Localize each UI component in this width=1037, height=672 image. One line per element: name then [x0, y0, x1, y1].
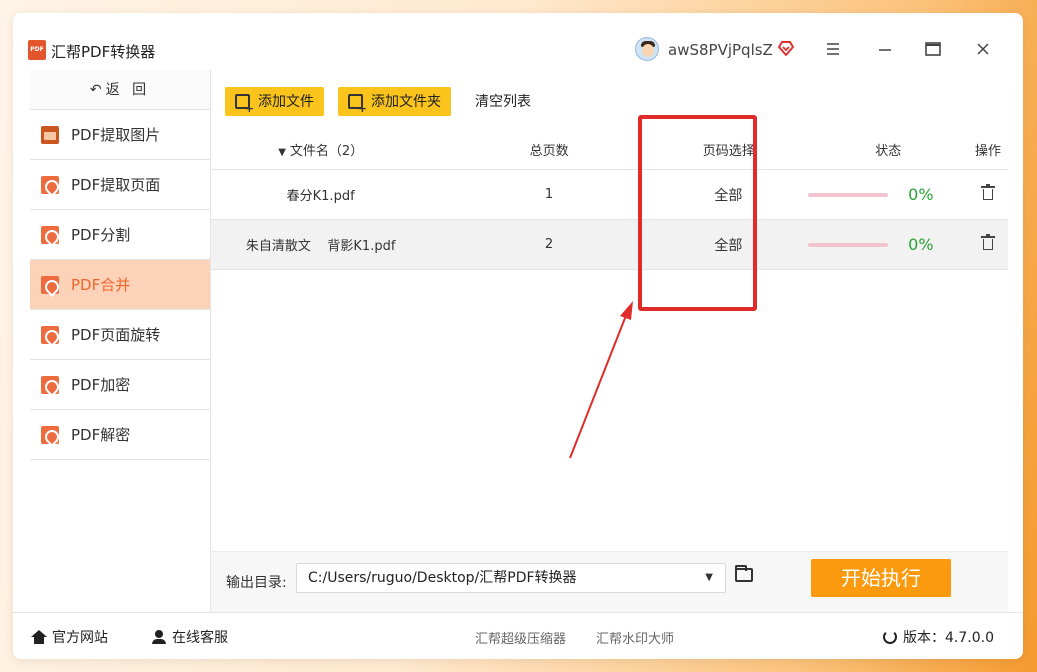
pdf-icon	[41, 425, 59, 444]
page-select[interactable]: 全部	[649, 185, 808, 205]
sidebar-item-label: PDF提取图片	[71, 126, 161, 144]
avatar[interactable]	[635, 37, 659, 61]
compressor-link[interactable]: 汇帮超级压缩器	[475, 628, 566, 647]
app-logo-icon: PDF	[28, 40, 46, 60]
file-name: 朱自清散文 背影K1.pdf	[245, 239, 396, 254]
table-row[interactable]: 春分K1.pdf 1 全部 0%	[211, 170, 1008, 220]
sidebar-item-label: PDF加密	[71, 376, 131, 394]
refresh-icon[interactable]	[883, 630, 897, 644]
sidebar-item-label: PDF分割	[71, 226, 131, 244]
chevron-down-icon: ▼	[705, 572, 713, 583]
pdf-icon	[41, 175, 59, 194]
version-info: 版本：4.7.0.0	[883, 627, 994, 647]
close-icon[interactable]	[973, 39, 993, 59]
col-header-page-select: 页码选择	[702, 144, 755, 159]
sidebar-item-label: PDF页面旋转	[71, 326, 161, 344]
progress-percent: 0%	[908, 235, 934, 254]
toolbar: 添加文件 添加文件夹 清空列表	[225, 86, 531, 116]
footer: 官方网站 在线客服 汇帮超级压缩器 汇帮水印大师 版本：4.7.0.0	[13, 612, 1023, 659]
sidebar-item-label: PDF提取页面	[71, 176, 161, 194]
page-count: 1	[544, 187, 554, 202]
file-table: ▼ 文件名（2） 总页数 页码选择 状态 操作 春分K1.pdf 1 全部 0% …	[211, 130, 1008, 270]
pdf-icon	[41, 375, 59, 394]
col-header-op: 操作	[975, 144, 1002, 159]
image-icon	[41, 125, 59, 144]
add-file-button[interactable]: 添加文件	[225, 86, 324, 116]
add-folder-button[interactable]: 添加文件夹	[338, 86, 451, 116]
start-button[interactable]: 开始执行	[811, 559, 951, 597]
output-dir-label: 输出目录:	[226, 575, 287, 591]
output-bar: 输出目录: C:/Users/ruguo/Desktop/汇帮PDF转换器 ▼ …	[211, 551, 1008, 612]
home-icon	[31, 630, 47, 644]
page-select[interactable]: 全部	[649, 235, 808, 255]
sidebar-item-merge[interactable]: PDF合并	[30, 260, 210, 310]
add-file-icon	[235, 93, 254, 115]
col-header-pages: 总页数	[529, 144, 569, 159]
back-label: 返 回	[105, 82, 151, 98]
col-header-name[interactable]: ▼ 文件名（2）	[211, 140, 430, 159]
sidebar-item-label: PDF合并	[71, 276, 131, 294]
add-folder-label: 添加文件夹	[371, 94, 441, 110]
table-row[interactable]: 朱自清散文 背影K1.pdf 2 全部 0%	[211, 220, 1008, 270]
delete-icon[interactable]	[981, 233, 996, 250]
row-actions	[968, 233, 1008, 254]
output-dir-path: C:/Users/ruguo/Desktop/汇帮PDF转换器	[308, 570, 577, 586]
progress-percent: 0%	[908, 185, 934, 204]
back-button[interactable]: ↶ 返 回	[30, 70, 210, 110]
add-folder-icon	[348, 93, 367, 115]
add-file-label: 添加文件	[258, 94, 314, 110]
sidebar-item-label: PDF解密	[71, 426, 131, 444]
pdf-icon	[41, 325, 59, 344]
watermark-link[interactable]: 汇帮水印大师	[596, 628, 674, 647]
minimize-icon[interactable]	[875, 39, 895, 59]
sidebar: ↶ 返 回 PDF提取图片 PDF提取页面 PDF分割 PDF合并 PDF页面旋转…	[30, 70, 210, 462]
status: 0%	[808, 235, 968, 254]
progress-bar	[808, 192, 889, 197]
sidebar-item-encrypt[interactable]: PDF加密	[30, 360, 210, 410]
row-actions	[968, 183, 1008, 204]
service-icon	[151, 630, 167, 644]
sidebar-item-split[interactable]: PDF分割	[30, 210, 210, 260]
sidebar-item-rotate[interactable]: PDF页面旋转	[30, 310, 210, 360]
menu-icon[interactable]	[823, 39, 843, 59]
back-arrow-icon: ↶	[89, 82, 102, 98]
sidebar-item-extract-pages[interactable]: PDF提取页面	[30, 160, 210, 210]
maximize-icon[interactable]	[923, 39, 943, 59]
output-dir-select[interactable]: C:/Users/ruguo/Desktop/汇帮PDF转换器 ▼	[296, 563, 726, 593]
status: 0%	[808, 185, 968, 204]
clear-list-button[interactable]: 清空列表	[475, 91, 531, 111]
app-title: 汇帮PDF转换器	[51, 43, 156, 61]
pdf-icon	[41, 275, 59, 294]
title-bar: PDF 汇帮PDF转换器 awS8PVjPqlsZ	[13, 13, 1023, 69]
sidebar-item-extract-images[interactable]: PDF提取图片	[30, 110, 210, 160]
progress-bar	[808, 242, 889, 247]
table-header: ▼ 文件名（2） 总页数 页码选择 状态 操作	[211, 130, 1008, 170]
col-header-status: 状态	[875, 144, 902, 159]
online-service-link[interactable]: 在线客服	[151, 627, 228, 647]
delete-icon[interactable]	[981, 183, 996, 200]
sidebar-item-decrypt[interactable]: PDF解密	[30, 410, 210, 460]
app-window: PDF 汇帮PDF转换器 awS8PVjPqlsZ ↶ 返 回 PDF提取图片 …	[13, 13, 1023, 659]
page-count: 2	[544, 237, 554, 252]
pdf-icon	[41, 225, 59, 244]
file-name: 春分K1.pdf	[286, 189, 355, 204]
official-website-link[interactable]: 官方网站	[31, 627, 108, 647]
open-folder-icon[interactable]	[735, 565, 753, 582]
sort-caret-icon: ▼	[278, 147, 286, 158]
vip-diamond-icon[interactable]	[777, 39, 795, 57]
user-name[interactable]: awS8PVjPqlsZ	[668, 41, 773, 59]
